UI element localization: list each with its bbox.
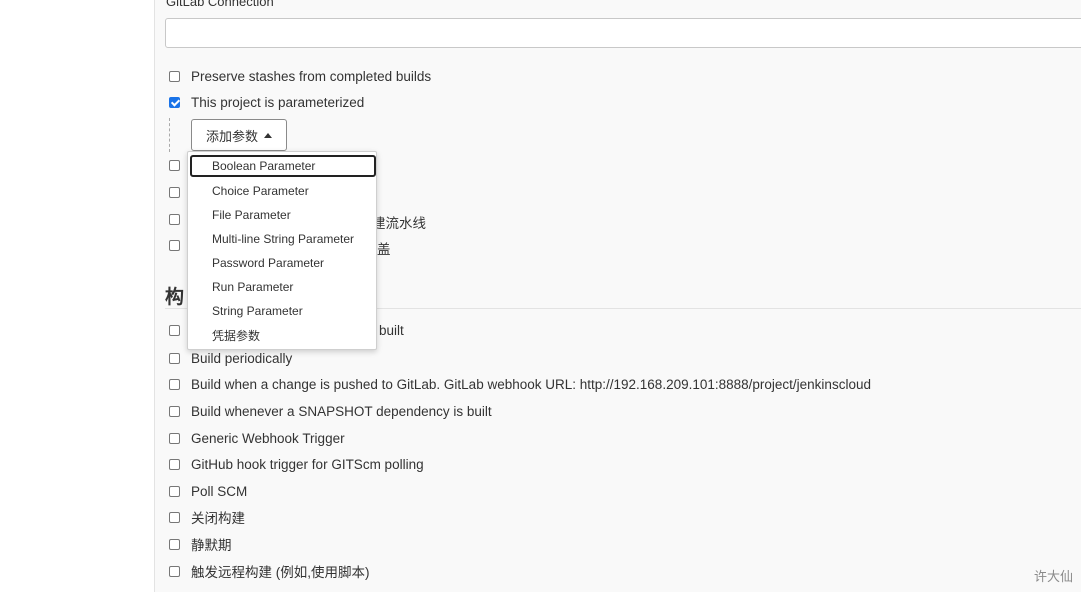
left-sidebar-gutter	[0, 0, 155, 592]
menu-item-boolean-parameter[interactable]: Boolean Parameter	[190, 155, 376, 177]
hidden-option-4-text: 盖	[377, 242, 391, 257]
trigger-disable-build[interactable]: 关闭构建	[169, 507, 245, 527]
trigger-label: Build periodically	[191, 350, 293, 366]
watermark: 许大仙	[1033, 569, 1073, 584]
menu-item-run-parameter[interactable]: Run Parameter	[190, 276, 376, 298]
trigger-snapshot-dependency[interactable]: Build whenever a SNAPSHOT dependency is …	[169, 401, 492, 421]
trigger-label: 静默期	[191, 538, 232, 553]
trigger-build-periodically[interactable]: Build periodically	[169, 348, 292, 368]
trigger-gitlab-push[interactable]: Build when a change is pushed to GitLab.…	[169, 374, 871, 394]
hidden-option-3-text: 建流水线	[372, 216, 426, 231]
menu-item-string-parameter[interactable]: String Parameter	[190, 300, 376, 322]
menu-item-multiline-string-parameter[interactable]: Multi-line String Parameter	[190, 228, 376, 250]
menu-item-credentials-parameter[interactable]: 凭据参数	[190, 324, 376, 346]
trigger-checkbox[interactable]	[169, 565, 180, 577]
parameterized-checkbox[interactable]	[169, 96, 180, 108]
trigger-checkbox[interactable]	[169, 511, 180, 523]
trigger-label: GitHub hook trigger for GITScm polling	[191, 456, 424, 472]
menu-item-file-parameter[interactable]: File Parameter	[190, 204, 376, 226]
gitlab-connection-label: GitLab Connection	[166, 0, 274, 9]
hidden-option-2-checkbox[interactable]	[169, 186, 180, 198]
trigger-checkbox[interactable]	[169, 432, 180, 444]
trigger-hidden-first-text: built	[379, 323, 404, 338]
trigger-generic-webhook[interactable]: Generic Webhook Trigger	[169, 428, 345, 448]
preserve-stashes-label: Preserve stashes from completed builds	[191, 68, 432, 84]
menu-item-password-parameter[interactable]: Password Parameter	[190, 252, 376, 274]
trigger-checkbox[interactable]	[169, 352, 180, 364]
trigger-checkbox[interactable]	[169, 458, 180, 470]
build-triggers-title: 构	[165, 287, 185, 308]
trigger-checkbox[interactable]	[169, 485, 180, 497]
trigger-github-hook[interactable]: GitHub hook trigger for GITScm polling	[169, 454, 424, 474]
trigger-label: 关闭构建	[191, 511, 245, 526]
add-parameter-dropdown-menu: Boolean Parameter Choice Parameter File …	[187, 151, 377, 350]
trigger-label: Poll SCM	[191, 483, 248, 499]
parameter-block-guide	[169, 118, 170, 152]
trigger-label: Build whenever a SNAPSHOT dependency is …	[191, 403, 492, 419]
hidden-option-3-checkbox[interactable]	[169, 213, 180, 225]
parameterized-option[interactable]: This project is parameterized	[169, 92, 364, 112]
trigger-quiet-period[interactable]: 静默期	[169, 534, 232, 554]
preserve-stashes-option[interactable]: Preserve stashes from completed builds	[169, 66, 431, 86]
add-parameter-label: 添加参数	[205, 128, 258, 144]
trigger-hidden-first-checkbox[interactable]	[169, 324, 180, 336]
trigger-poll-scm[interactable]: Poll SCM	[169, 481, 247, 501]
trigger-label: Generic Webhook Trigger	[191, 430, 345, 446]
parameterized-label: This project is parameterized	[191, 94, 365, 110]
jenkins-config-page: GitLab Connection Preserve stashes from …	[0, 0, 1081, 592]
hidden-option-1-checkbox[interactable]	[169, 159, 180, 171]
menu-item-choice-parameter[interactable]: Choice Parameter	[190, 180, 376, 202]
trigger-checkbox[interactable]	[169, 538, 180, 550]
preserve-stashes-checkbox[interactable]	[169, 70, 180, 82]
add-parameter-button[interactable]: 添加参数	[191, 119, 287, 151]
trigger-remote-build[interactable]: 触发远程构建 (例如,使用脚本)	[169, 561, 370, 581]
gitlab-connection-field[interactable]	[165, 18, 1081, 48]
trigger-checkbox[interactable]	[169, 378, 180, 390]
trigger-label: Build when a change is pushed to GitLab.…	[191, 376, 871, 392]
hidden-option-4-checkbox[interactable]	[169, 239, 180, 251]
caret-up-icon	[264, 132, 272, 138]
trigger-label: 触发远程构建 (例如,使用脚本)	[191, 565, 370, 580]
trigger-checkbox[interactable]	[169, 405, 180, 417]
